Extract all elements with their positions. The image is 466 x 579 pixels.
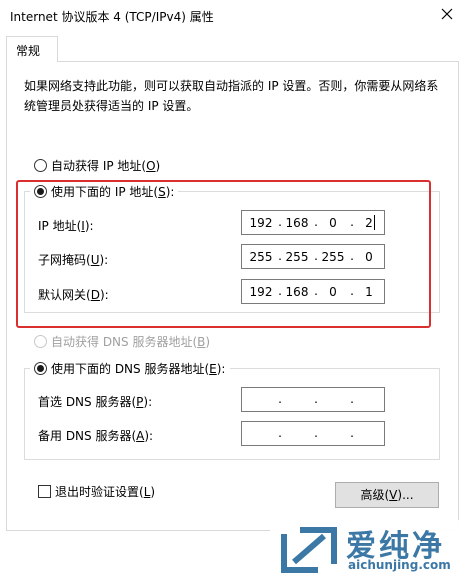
auto-dns-radio — [34, 335, 47, 348]
watermark-logo-icon — [281, 527, 337, 573]
title-bar: Internet 协议版本 4 (TCP/IPv4) 属性 — [0, 0, 466, 30]
window-title: Internet 协议版本 4 (TCP/IPv4) 属性 — [10, 10, 214, 24]
tab-general-label: 常规 — [16, 44, 41, 58]
tab-general[interactable]: 常规 — [6, 36, 58, 62]
dns-groupbox — [24, 368, 440, 460]
close-button[interactable] — [434, 2, 460, 26]
auto-ip-label[interactable]: 自动获得 IP 地址(O) — [51, 157, 160, 174]
manual-dns-radio[interactable] — [34, 362, 47, 375]
preferred-dns-input[interactable]: . . . — [241, 387, 385, 412]
manual-dns-label[interactable]: 使用下面的 DNS 服务器地址(E): — [51, 360, 225, 377]
preferred-dns-label: 首选 DNS 服务器(P): — [38, 395, 153, 409]
validate-on-exit-checkbox[interactable] — [38, 485, 51, 498]
description-text: 如果网络支持此功能，则可以获取自动指派的 IP 设置。否则，你需要从网络系统管理… — [24, 79, 439, 113]
auto-ip-radio[interactable] — [34, 159, 47, 172]
watermark: 爱纯净 aichunjing.com — [270, 520, 466, 579]
alternate-dns-label: 备用 DNS 服务器(A): — [38, 429, 154, 443]
validate-on-exit-label[interactable]: 退出时验证设置(L) — [55, 483, 155, 500]
watermark-url: aichunjing.com — [348, 558, 451, 572]
auto-dns-label: 自动获得 DNS 服务器地址(B) — [51, 335, 211, 349]
highlight-box — [16, 180, 431, 328]
advanced-button[interactable]: 高级(V)... — [335, 482, 439, 508]
close-icon — [441, 8, 453, 20]
alternate-dns-input[interactable]: . . . — [241, 421, 385, 446]
